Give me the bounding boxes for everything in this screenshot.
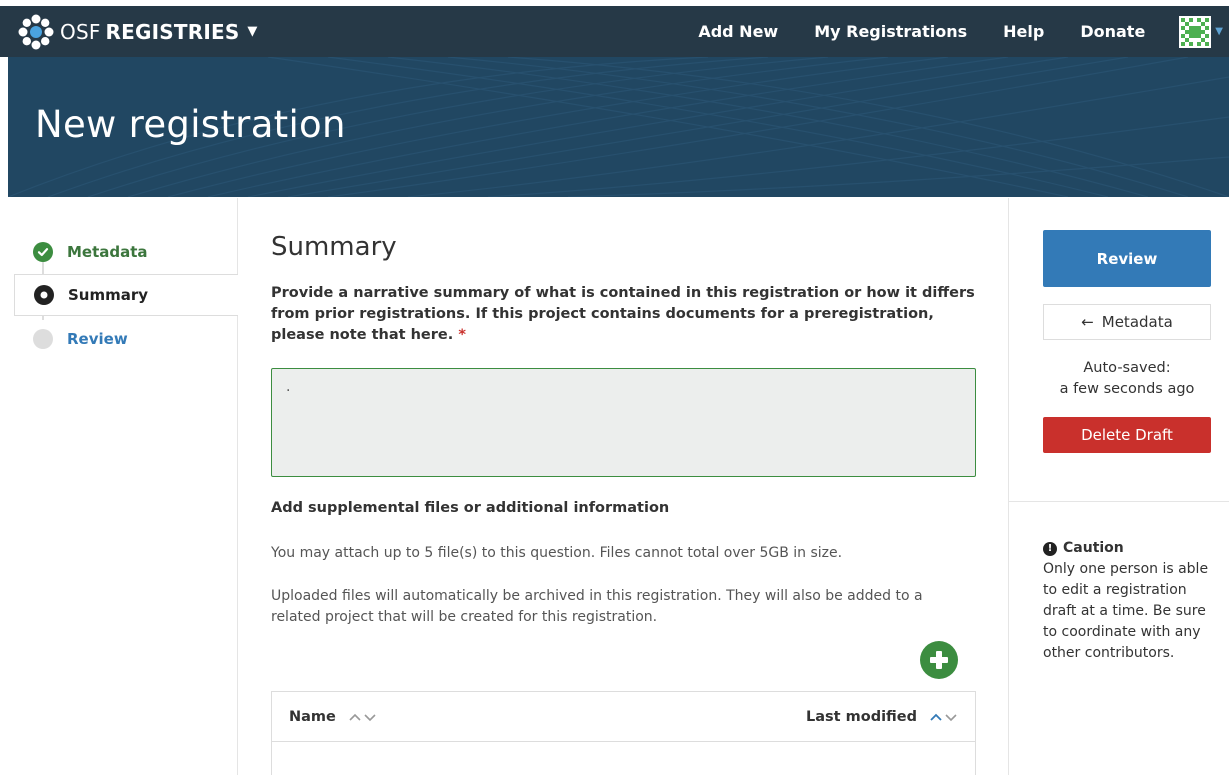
supplemental-limit-text: You may attach up to 5 file(s) to this q… — [271, 545, 843, 561]
user-avatar-icon — [1179, 15, 1212, 48]
step-summary[interactable]: Summary — [14, 274, 238, 316]
question-text: Provide a narrative summary of what is c… — [271, 285, 975, 343]
delete-draft-button[interactable]: Delete Draft — [1043, 417, 1211, 453]
question-label: Provide a narrative summary of what is c… — [271, 283, 976, 346]
caret-down-icon[interactable]: ▼ — [247, 24, 257, 39]
arrow-left-icon: ← — [1081, 313, 1094, 331]
step-metadata-label: Metadata — [67, 243, 148, 261]
nav-add-new[interactable]: Add New — [698, 22, 778, 41]
caution-box: ! Caution Only one person is able to edi… — [1043, 538, 1218, 664]
page-banner: New registration — [8, 57, 1229, 197]
step-review[interactable]: Review — [14, 318, 238, 360]
column-modified-label: Last modified — [805, 708, 917, 725]
sort-by-last-modified[interactable]: Last modified — [806, 709, 959, 725]
user-menu[interactable]: ▼ — [1179, 15, 1223, 48]
brand-home-link[interactable]: OSF REGISTRIES ▼ — [18, 14, 257, 50]
check-circle-icon — [33, 242, 53, 262]
column-name-label: Name — [289, 708, 336, 725]
summary-textarea[interactable]: . — [271, 368, 976, 477]
autosave-status: Auto-saved: a few seconds ago — [1043, 358, 1211, 400]
divider — [1009, 501, 1229, 502]
pending-step-icon — [33, 329, 53, 349]
back-to-metadata-button[interactable]: ← Metadata — [1043, 304, 1211, 340]
brand-title: OSF REGISTRIES — [60, 20, 239, 44]
back-button-label: Metadata — [1101, 313, 1173, 331]
nav-help[interactable]: Help — [1003, 22, 1044, 41]
review-button[interactable]: Review — [1043, 230, 1211, 287]
step-summary-label: Summary — [68, 286, 149, 304]
caution-title-text: Caution — [1063, 540, 1124, 556]
required-marker: * — [458, 327, 466, 343]
supplemental-title: Add supplemental files or additional inf… — [271, 500, 670, 516]
autosave-label: Auto-saved: — [1083, 360, 1171, 376]
top-navbar: OSF REGISTRIES ▼ Add New My Registrations… — [0, 6, 1229, 57]
plus-circle-icon — [930, 651, 948, 669]
autosave-time: a few seconds ago — [1059, 381, 1195, 397]
add-file-button[interactable] — [920, 641, 958, 679]
exclamation-circle-icon: ! — [1043, 541, 1057, 556]
sort-chevrons-icon[interactable] — [348, 712, 378, 722]
section-heading: Summary — [271, 232, 397, 262]
caret-down-icon: ▼ — [1215, 26, 1223, 37]
step-navigation: Metadata Summary Review — [0, 198, 238, 775]
right-sidebar: Review ← Metadata Auto-saved: a few seco… — [1008, 198, 1229, 775]
brand-registries-text: REGISTRIES — [105, 19, 240, 44]
caution-text: Only one person is able to edit a regist… — [1043, 561, 1209, 661]
files-table-header: Name Last modified — [272, 692, 975, 742]
files-table: Name Last modified — [271, 691, 976, 775]
supplemental-archive-text: Uploaded files will automatically be arc… — [271, 588, 923, 625]
nav-donate[interactable]: Donate — [1080, 22, 1145, 41]
sort-chevrons-icon[interactable] — [929, 712, 959, 722]
osf-logo-icon — [18, 14, 54, 49]
caution-title: ! Caution — [1043, 538, 1218, 559]
brand-osf-text: OSF — [60, 19, 101, 44]
current-step-icon — [34, 285, 54, 305]
step-review-label: Review — [67, 330, 128, 348]
sort-by-name[interactable]: Name — [289, 709, 378, 725]
nav-my-registrations[interactable]: My Registrations — [814, 22, 967, 41]
step-metadata[interactable]: Metadata — [14, 231, 238, 273]
page-title: New registration — [35, 103, 346, 146]
navbar-links: Add New My Registrations Help Donate ▼ — [698, 6, 1229, 57]
